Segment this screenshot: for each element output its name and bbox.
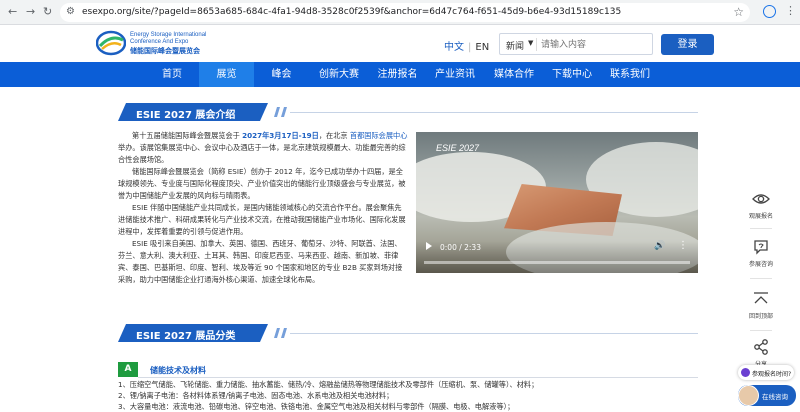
- nav-item-summit[interactable]: 峰会: [254, 62, 309, 87]
- nav-item-media[interactable]: 媒体合作: [484, 62, 544, 87]
- video-time: 0:00 / 2:33: [440, 243, 481, 252]
- more-options-icon[interactable]: ⋮: [678, 240, 688, 251]
- register-time-bubble[interactable]: 参观报名时间?: [738, 365, 794, 380]
- forward-icon[interactable]: →: [26, 5, 35, 18]
- logo-chinese-text: 储能国际峰会暨展览会: [130, 47, 200, 55]
- lang-english[interactable]: EN: [475, 42, 489, 53]
- language-switch: 中文 | EN: [444, 38, 489, 53]
- category-section-title: ESIE 2027 展品分类: [118, 324, 698, 342]
- intro-paragraph-4: ESIE 吸引来自美国、加拿大、英国、德国、西班牙、葡萄牙、沙特、阿联酋、法国、…: [118, 239, 403, 284]
- nav-item-home[interactable]: 首页: [145, 62, 199, 87]
- online-chat-label: 在线咨询: [762, 393, 788, 401]
- category-item: 3、大容量电池：液流电池、铅碳电池、锌空电池、铁铬电池、金属空气电池及相关材料与…: [118, 402, 515, 411]
- title-decoration: [274, 328, 280, 338]
- reload-icon[interactable]: ↻: [43, 5, 52, 18]
- sidebar-item-back-to-top[interactable]: 回到顶部: [742, 290, 780, 320]
- browser-menu-icon[interactable]: ⋮: [785, 4, 796, 17]
- title-rule: [290, 112, 698, 113]
- intro-paragraph-2: 储能国际峰会暨展览会（简称 ESIE）创办于 2012 年，迄今已成功举办十四届…: [118, 167, 406, 200]
- sidebar-item-share[interactable]: 分享: [742, 338, 780, 368]
- video-overlay-label: ESIE 2027: [436, 143, 480, 153]
- volume-icon[interactable]: 🔊: [654, 241, 665, 251]
- login-button[interactable]: 登录: [661, 34, 714, 55]
- lang-chinese[interactable]: 中文: [444, 42, 464, 53]
- online-chat-button[interactable]: 在线咨询: [738, 385, 796, 406]
- chat-bubble-icon: [754, 240, 768, 255]
- chevron-down-icon[interactable]: ▼: [528, 39, 533, 47]
- intro-p1-b: ，在北京: [318, 131, 350, 140]
- nav-item-contact[interactable]: 联系我们: [600, 62, 660, 87]
- site-info-icon[interactable]: ⚙: [66, 6, 75, 17]
- intro-paragraph-1: 第十五届储能国际峰会暨展览会于 2027年3月17日-19日，在北京 首都国际会…: [118, 130, 408, 166]
- main-nav: 首页 展览 峰会 创新大赛 注册报名 产业资讯 媒体合作 下载中心 联系我们: [0, 62, 800, 87]
- avatar: [738, 385, 759, 406]
- category-name: 储能技术及材料: [150, 366, 206, 375]
- sidebar-divider: [750, 330, 772, 331]
- category-letter-badge: A: [118, 362, 138, 377]
- logo-english-text: Energy Storage International Conference …: [130, 32, 207, 45]
- title-decoration: [281, 107, 287, 117]
- category-title-text: ESIE 2027 展品分类: [136, 331, 236, 342]
- intro-title-text: ESIE 2027 展会介绍: [136, 110, 236, 121]
- profile-icon[interactable]: [763, 5, 776, 18]
- register-time-text: 参观报名时间?: [752, 371, 792, 378]
- intro-text: 第十五届储能国际峰会暨展览会于 2027年3月17日-19日，在北京 首都国际会…: [118, 130, 408, 286]
- search-divider: [536, 38, 537, 51]
- intro-p1-c: 举办。该展馆集展览中心、会议中心及酒店于一体，是北京建筑规模最大、功能最完善的综…: [118, 143, 406, 164]
- browser-toolbar: ← → ↻ ⚙ esexpo.org/site/?pageId=8653a685…: [0, 0, 800, 25]
- category-item: 1、压缩空气储能、飞轮储能、重力储能、抽水蓄能、储热/冷、熔融盐储热等物理储能技…: [118, 380, 539, 389]
- play-icon[interactable]: [426, 242, 432, 250]
- search-scope-select[interactable]: 新闻: [506, 39, 524, 52]
- nav-item-innovation-contest[interactable]: 创新大赛: [309, 62, 369, 87]
- nav-item-exhibition[interactable]: 展览: [199, 62, 254, 87]
- title-decoration: [281, 328, 287, 338]
- sidebar-divider: [750, 228, 772, 229]
- event-date: 2027年3月17日-19日: [242, 131, 319, 140]
- intro-p1-a: 第十五届储能国际峰会暨展览会于: [132, 131, 243, 140]
- title-decoration: [274, 107, 280, 117]
- sidebar-label: 参展咨询: [748, 261, 773, 268]
- site-header: Energy Storage International Conference …: [0, 25, 800, 62]
- share-icon: [754, 339, 768, 355]
- intro-video-player[interactable]: ESIE 2027 0:00 / 2:33 🔊 ⋮: [416, 132, 698, 273]
- search-input[interactable]: [541, 37, 649, 52]
- eye-icon: [752, 194, 770, 204]
- category-item: 2、锂/钠离子电池：各材料体系锂/钠离子电池、固态电池、水系电池及相关电池材料；: [118, 391, 394, 400]
- event-venue: 首都国际会展中心: [349, 131, 408, 140]
- logo-icon[interactable]: [96, 30, 126, 56]
- nav-item-registration[interactable]: 注册报名: [369, 62, 426, 87]
- video-progress-bar[interactable]: [424, 261, 690, 264]
- sidebar-label: 回到顶部: [748, 313, 773, 320]
- sidebar-item-exhibit-inquiry[interactable]: 参展咨询: [742, 238, 780, 268]
- nav-item-industry-news[interactable]: 产业资讯: [426, 62, 484, 87]
- sidebar-item-visit-register[interactable]: 观展报名: [742, 190, 780, 220]
- category-divider: [138, 377, 698, 378]
- intro-section-title: ESIE 2027 展会介绍: [118, 103, 698, 121]
- sidebar-divider: [750, 278, 772, 279]
- nav-item-downloads[interactable]: 下载中心: [544, 62, 600, 87]
- bookmark-star-icon[interactable]: ☆: [733, 5, 744, 19]
- back-icon[interactable]: ←: [8, 5, 17, 18]
- search-box: 新闻 ▼: [499, 33, 653, 55]
- sidebar-label: 观展报名: [748, 213, 773, 220]
- title-rule: [290, 333, 698, 334]
- url-text[interactable]: esexpo.org/site/?pageId=8653a685-684c-4f…: [82, 7, 621, 17]
- lang-separator: |: [468, 42, 472, 53]
- assistant-icon: [741, 368, 750, 377]
- intro-paragraph-3: ESIE 伴随中国储能产业共同成长，是国内储能领域核心的交流合作平台。展会聚焦先…: [118, 203, 406, 236]
- address-bar[interactable]: ⚙ esexpo.org/site/?pageId=8653a685-684c-…: [60, 3, 750, 22]
- back-to-top-icon: [754, 292, 768, 304]
